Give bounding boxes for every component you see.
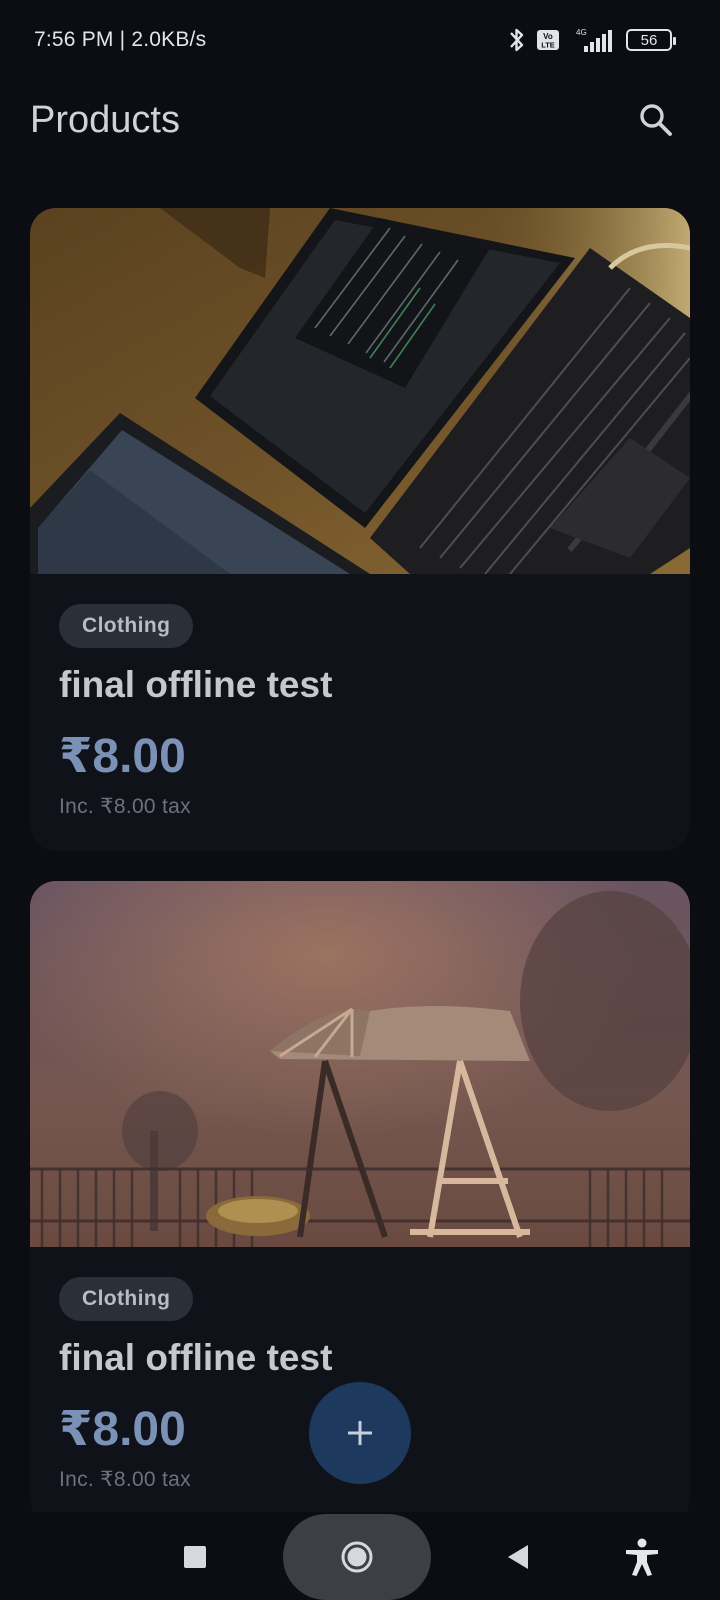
signal-4g-icon: 4G	[576, 28, 612, 52]
system-nav-bar	[0, 1512, 720, 1600]
accessibility-icon[interactable]	[624, 1538, 660, 1576]
battery-level: 56	[640, 31, 658, 49]
product-image-swing	[30, 881, 690, 1247]
svg-text:LTE: LTE	[541, 41, 555, 50]
product-image-laptop	[30, 208, 690, 574]
product-card[interactable]: Clothing final offline test ₹8.00 Inc. ₹…	[30, 208, 690, 851]
battery-icon: 56	[626, 29, 676, 51]
top-app-bar: Products	[0, 80, 720, 160]
search-button[interactable]	[628, 92, 684, 148]
product-info: Clothing final offline test ₹8.00 Inc. ₹…	[30, 574, 690, 851]
home-button[interactable]	[283, 1514, 431, 1600]
category-chip[interactable]: Clothing	[59, 1277, 194, 1321]
bluetooth-icon	[510, 28, 524, 52]
page-title: Products	[30, 98, 180, 141]
back-button[interactable]	[506, 1544, 530, 1570]
search-icon	[640, 104, 672, 136]
plus-icon	[348, 1421, 372, 1445]
volte-icon: Vo LTE	[537, 30, 559, 50]
svg-text:4G: 4G	[576, 28, 587, 37]
status-icons: Vo LTE 4G 56	[508, 26, 676, 54]
circle-icon	[341, 1541, 373, 1573]
product-tax: Inc. ₹8.00 tax	[59, 795, 191, 818]
product-list: Clothing final offline test ₹8.00 Inc. ₹…	[30, 208, 690, 1554]
product-name: final offline test	[59, 664, 333, 705]
add-product-fab[interactable]	[309, 1382, 411, 1484]
status-time: 7:56 PM | 2.0KB/s	[34, 28, 207, 51]
recents-button[interactable]	[184, 1546, 206, 1568]
status-bar: 7:56 PM | 2.0KB/s Vo LTE 4G 56	[0, 0, 720, 80]
product-price: ₹8.00	[59, 730, 186, 783]
product-name: final offline test	[59, 1337, 333, 1378]
screen: 7:56 PM | 2.0KB/s Vo LTE 4G 56 Products …	[0, 0, 720, 1600]
category-chip[interactable]: Clothing	[59, 604, 194, 648]
